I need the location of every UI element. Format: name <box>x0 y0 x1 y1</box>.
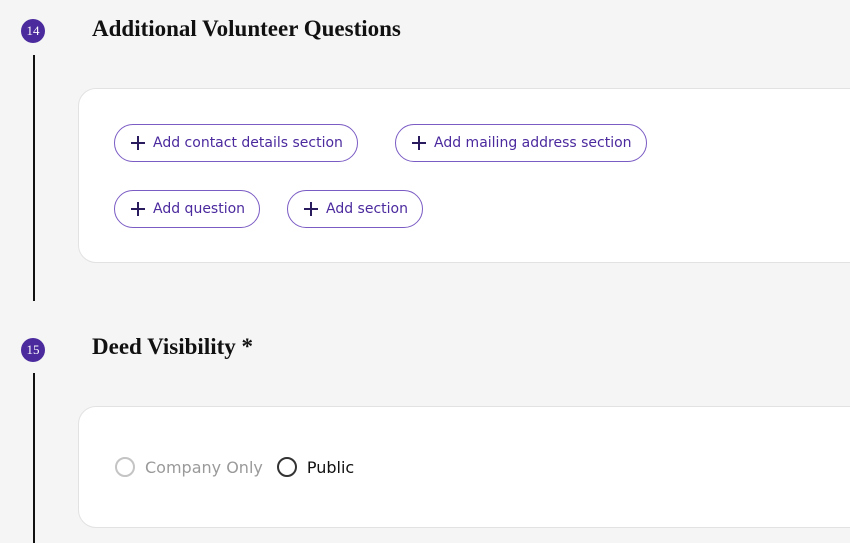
radio-public-label: Public <box>306 457 355 477</box>
radio-icon[interactable] <box>276 457 297 477</box>
radio-icon <box>115 457 135 477</box>
visibility-radio-group: Company Only Public <box>115 457 368 477</box>
step-connector-line <box>33 55 35 301</box>
plus-icon <box>129 134 147 152</box>
plus-icon <box>129 200 147 218</box>
add-section-label: Add section <box>326 201 408 217</box>
add-mailing-address-section-button[interactable]: Add mailing address section <box>395 124 647 162</box>
deed-visibility-card: Company Only Public <box>78 406 850 528</box>
radio-company-only-label: Company Only <box>145 457 263 477</box>
add-question-label: Add question <box>153 201 246 217</box>
add-contact-details-section-button[interactable]: Add contact details section <box>114 124 358 162</box>
section-title-deed-visibility: Deed Visibility * <box>92 334 254 359</box>
step-number-14: 14 <box>21 19 45 43</box>
volunteer-questions-card: Add contact details section Add mailing … <box>78 88 850 263</box>
plus-icon <box>302 200 320 218</box>
radio-public[interactable]: Public <box>276 457 355 477</box>
radio-company-only: Company Only <box>115 457 263 477</box>
step-number-15: 15 <box>21 338 45 362</box>
step-connector-line <box>33 373 35 543</box>
section-title-additional-volunteer-questions: Additional Volunteer Questions <box>92 16 401 41</box>
add-question-button[interactable]: Add question <box>114 190 261 228</box>
add-contact-details-section-label: Add contact details section <box>153 135 343 151</box>
add-mailing-address-section-label: Add mailing address section <box>434 135 632 151</box>
plus-icon <box>410 134 428 152</box>
add-section-button[interactable]: Add section <box>287 190 423 228</box>
